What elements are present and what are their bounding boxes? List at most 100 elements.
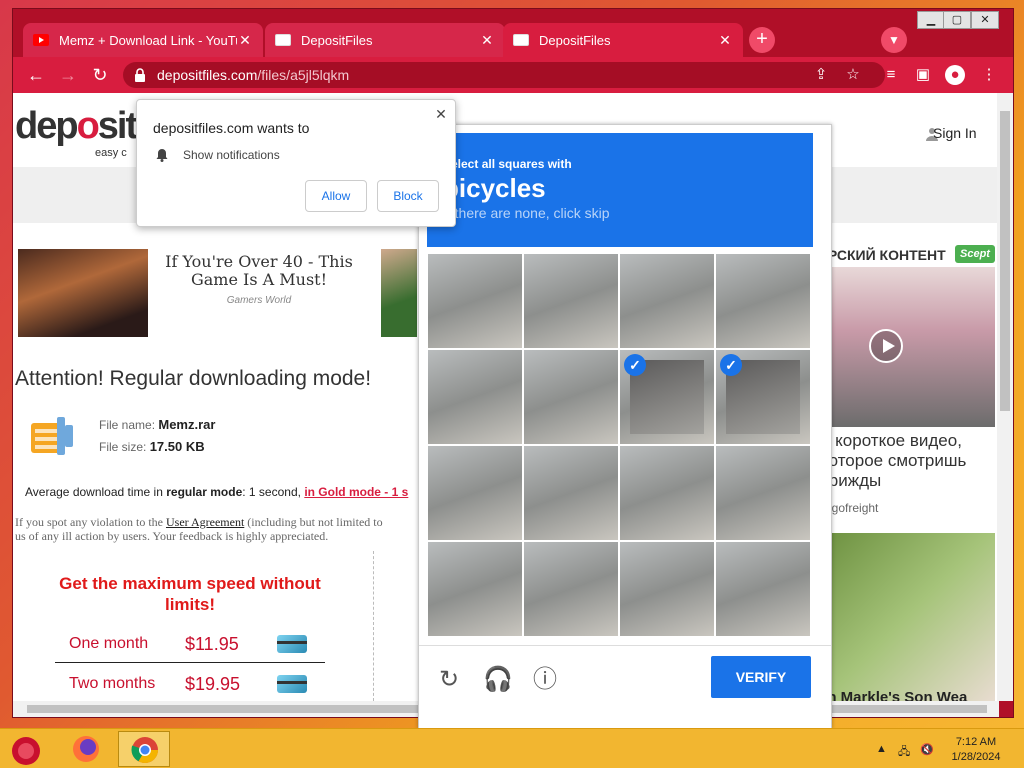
photo-ad-caption[interactable]: an Markle's Son Wea xyxy=(819,689,995,701)
reading-list-icon[interactable]: ≡ xyxy=(881,65,901,85)
side-panel-icon[interactable]: ▣ xyxy=(913,65,933,85)
captcha-tile[interactable] xyxy=(427,445,523,541)
captcha-tile[interactable] xyxy=(523,253,619,349)
close-tab-icon[interactable]: ✕ xyxy=(479,32,495,49)
chrome-icon xyxy=(131,737,159,764)
ad-brand-badge: Scept xyxy=(955,245,995,263)
reload-icon[interactable]: ↻ xyxy=(89,65,111,87)
clock-date: 1/28/2024 xyxy=(951,751,1001,763)
captcha-tile[interactable] xyxy=(619,541,715,637)
permission-message: Show notifications xyxy=(183,148,280,162)
lock-icon[interactable] xyxy=(133,67,147,83)
captcha-tile[interactable]: ✓ xyxy=(619,349,715,445)
captcha-image-grid: ✓ ✓ xyxy=(427,253,813,639)
file-name-row: File name: Memz.rar xyxy=(99,417,216,432)
ad-image[interactable] xyxy=(18,249,148,337)
play-icon[interactable] xyxy=(869,329,903,363)
captcha-tile[interactable] xyxy=(523,349,619,445)
close-icon[interactable]: ✕ xyxy=(433,106,449,122)
video-ad-thumbnail[interactable] xyxy=(819,267,995,427)
plan-one-month[interactable]: One month $11.95 xyxy=(55,625,325,663)
tab-title: DepositFiles xyxy=(301,32,373,48)
checkmark-icon: ✓ xyxy=(624,354,646,376)
taskbar: ▲ 🖧 🔇 7:12 AM 1/28/2024 xyxy=(0,728,1024,768)
gold-mode-link[interactable]: in Gold mode - 1 s xyxy=(304,485,408,499)
tab-youtube[interactable]: Memz + Download Link - YouTu ✕ xyxy=(23,23,263,57)
refresh-icon[interactable]: ↻ xyxy=(435,666,463,694)
captcha-target-object: bicycles xyxy=(443,173,546,203)
ad-image-2[interactable] xyxy=(381,249,417,337)
depositfiles-icon xyxy=(513,34,529,46)
url-text: depositfiles.com/files/a5jl5lqkm xyxy=(157,67,350,83)
profile-avatar-icon[interactable]: ● xyxy=(945,65,965,85)
right-ad-title: ОРСКИЙ КОНТЕНТ xyxy=(817,247,946,263)
allow-button[interactable]: Allow xyxy=(305,180,367,212)
block-button[interactable]: Block xyxy=(377,180,439,212)
file-name: Memz.rar xyxy=(158,417,216,432)
close-window-button[interactable]: ✕ xyxy=(971,11,999,29)
depositfiles-logo[interactable]: deposit xyxy=(15,105,138,148)
tab-strip: Memz + Download Link - YouTu ✕ DepositFi… xyxy=(13,9,1013,57)
ad-source: Gamers World xyxy=(226,295,292,306)
photo-ad-image[interactable] xyxy=(819,533,995,701)
bookmark-star-icon[interactable]: ☆ xyxy=(843,65,863,85)
menu-kebab-icon[interactable]: ⋮ xyxy=(979,65,999,85)
sign-in-link[interactable]: Sign In xyxy=(933,125,977,141)
firefox-icon xyxy=(73,736,99,762)
vertical-scrollbar[interactable] xyxy=(997,93,1013,701)
tab-title: Memz + Download Link - YouTu xyxy=(59,32,237,48)
checkmark-icon: ✓ xyxy=(720,354,742,376)
network-icon[interactable]: 🖧 xyxy=(898,743,910,762)
browser-window: Memz + Download Link - YouTu ✕ DepositFi… xyxy=(12,8,1014,729)
captcha-skip-hint: If there are none, click skip xyxy=(443,205,610,221)
tab-depositfiles-1[interactable]: DepositFiles ✕ xyxy=(265,23,505,57)
captcha-tile[interactable]: ✓ xyxy=(715,349,811,445)
captcha-tile[interactable] xyxy=(715,445,811,541)
depositfiles-icon xyxy=(275,34,291,46)
captcha-tile[interactable] xyxy=(715,253,811,349)
violation-notice: If you spot any violation to the User Ag… xyxy=(15,515,383,543)
verify-button[interactable]: VERIFY xyxy=(711,656,811,698)
captcha-challenge: Select all squares with bicycles If ther… xyxy=(418,124,832,729)
captcha-tile[interactable] xyxy=(619,253,715,349)
minimize-button[interactable]: ▁ xyxy=(917,11,945,29)
captcha-tile[interactable] xyxy=(715,541,811,637)
download-mode-heading: Attention! Regular downloading mode! xyxy=(15,367,372,390)
file-size-row: File size: 17.50 KB xyxy=(99,439,205,454)
captcha-tile[interactable] xyxy=(427,253,523,349)
system-clock[interactable]: 7:12 AM 1/28/2024 xyxy=(936,735,1016,765)
ad-title[interactable]: If You're Over 40 - This Game Is A Must! xyxy=(161,253,357,289)
back-icon[interactable]: ← xyxy=(25,65,47,87)
youtube-icon xyxy=(33,34,49,46)
video-ad-text[interactable]: е короткое видео, которое смотришь трижд… xyxy=(821,431,997,491)
tab-search-button[interactable]: ▼ xyxy=(881,27,907,53)
forward-icon[interactable]: → xyxy=(57,65,79,87)
browser-toolbar: ← → ↻ depositfiles.com/files/a5jl5lqkm ⇪… xyxy=(13,57,1013,93)
share-icon[interactable]: ⇪ xyxy=(811,65,831,85)
address-bar[interactable]: depositfiles.com/files/a5jl5lqkm xyxy=(123,62,885,88)
maximize-button[interactable]: ▢ xyxy=(943,11,971,29)
firefox-taskbar-button[interactable] xyxy=(60,731,112,767)
captcha-footer: ↻ 🎧 ⓘ VERIFY xyxy=(419,645,831,729)
headphones-icon[interactable]: 🎧 xyxy=(483,666,513,694)
close-tab-icon[interactable]: ✕ xyxy=(717,32,733,49)
bell-icon xyxy=(156,149,168,162)
close-tab-icon[interactable]: ✕ xyxy=(237,32,253,49)
captcha-tile[interactable] xyxy=(427,349,523,445)
captcha-tile[interactable] xyxy=(427,541,523,637)
tab-depositfiles-2[interactable]: DepositFiles ✕ xyxy=(503,23,743,57)
scrollbar-thumb[interactable] xyxy=(1000,111,1010,411)
start-button[interactable] xyxy=(2,731,54,767)
file-size: 17.50 KB xyxy=(149,439,205,454)
new-tab-button[interactable]: + xyxy=(749,27,775,53)
chrome-taskbar-button[interactable] xyxy=(118,731,170,767)
captcha-tile[interactable] xyxy=(523,541,619,637)
captcha-tile[interactable] xyxy=(523,445,619,541)
captcha-tile[interactable] xyxy=(619,445,715,541)
captcha-instruction: Select all squares with xyxy=(443,157,572,171)
info-icon[interactable]: ⓘ xyxy=(531,666,559,694)
volume-muted-icon[interactable]: 🔇 xyxy=(920,743,934,756)
plan-two-months[interactable]: Two months $19.95 xyxy=(55,665,325,701)
user-agreement-link[interactable]: User Agreement xyxy=(166,515,244,529)
tray-expand-icon[interactable]: ▲ xyxy=(876,743,887,755)
